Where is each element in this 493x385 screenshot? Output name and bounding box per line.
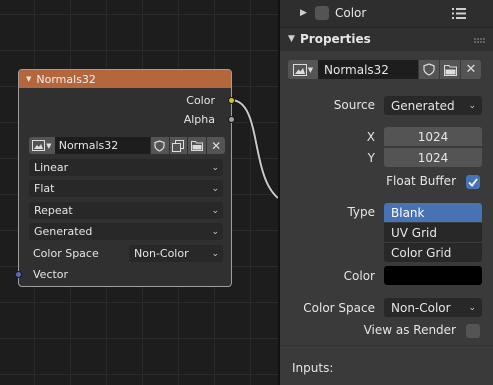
extension-dropdown[interactable]: Repeat ⌄: [29, 202, 223, 219]
source-label: Source: [333, 98, 375, 112]
output-alpha-label: Alpha: [183, 113, 215, 126]
inputs-label: Inputs:: [292, 361, 334, 375]
color-space-value: Non-Color: [391, 300, 451, 315]
input-vector-label: Vector: [33, 268, 69, 281]
folder-icon: [191, 141, 204, 151]
node-editor[interactable]: ▼ Normals32 Color Alpha ▼ Normals32 ✕ Li…: [0, 0, 278, 385]
image-selector-row: ▼ Normals32 ✕: [29, 137, 225, 154]
panel-image-name-field[interactable]: Normals32: [318, 60, 418, 79]
unlink-image-button[interactable]: ✕: [207, 137, 225, 154]
color-label: Color: [343, 269, 375, 283]
color-section-checkbox[interactable]: [315, 6, 329, 20]
color-socket-icon[interactable]: [228, 97, 235, 104]
sidebar-panel: ▶ Color ▼ Properties ▼ Normals32 ✕ Sourc…: [280, 0, 493, 385]
chevron-down-icon: ▼: [46, 141, 52, 150]
panel-unlink-image-button[interactable]: ✕: [461, 60, 481, 79]
node-title: Normals32: [36, 72, 96, 86]
drag-handle-icon[interactable]: [474, 38, 486, 43]
color-space-dropdown[interactable]: Non-Color ⌄: [129, 245, 223, 262]
duplicate-icon: [172, 139, 185, 152]
shield-icon: [423, 63, 435, 76]
collapse-arrow-icon[interactable]: ▼: [288, 34, 295, 44]
image-icon: [32, 140, 46, 151]
color-section-header[interactable]: ▶ Color: [280, 0, 493, 27]
color-space-label: Color Space: [303, 301, 375, 315]
panel-fake-user-button[interactable]: [419, 60, 439, 79]
shield-icon: [154, 139, 165, 152]
chevron-down-icon: ⌄: [211, 248, 219, 259]
close-icon: ✕: [211, 138, 222, 153]
y-label: Y: [367, 151, 375, 165]
x-label: X: [366, 130, 375, 144]
float-buffer-checkbox[interactable]: [466, 175, 480, 189]
output-color-label: Color: [186, 94, 215, 107]
extension-value: Repeat: [34, 204, 73, 217]
panel-open-image-button[interactable]: [440, 60, 460, 79]
new-image-button[interactable]: [169, 137, 188, 154]
projection-dropdown[interactable]: Flat ⌄: [29, 180, 223, 197]
chevron-down-icon: ⌄: [211, 183, 219, 194]
image-name-field[interactable]: Normals32: [54, 137, 150, 154]
properties-header[interactable]: ▼ Properties: [280, 27, 493, 51]
divider: [280, 345, 493, 346]
chevron-down-icon: ⌄: [468, 302, 476, 313]
view-as-render-checkbox[interactable]: [466, 324, 480, 338]
color-space-value: Non-Color: [134, 247, 189, 260]
interpolation-value: Linear: [34, 161, 69, 174]
image-browse-button[interactable]: ▼: [29, 137, 55, 154]
interpolation-dropdown[interactable]: Linear ⌄: [29, 159, 223, 176]
type-option-color-grid[interactable]: Color Grid: [384, 243, 482, 262]
close-icon: ✕: [465, 62, 477, 77]
checkmark-icon: [468, 177, 478, 187]
type-label: Type: [347, 205, 375, 219]
properties-title: Properties: [300, 32, 371, 46]
vector-socket-icon[interactable]: [15, 271, 22, 278]
height-field[interactable]: 1024: [384, 148, 482, 167]
source-value: Generated: [391, 98, 455, 113]
chevron-down-icon: ⌄: [211, 226, 219, 237]
chevron-down-icon: ▼: [307, 65, 314, 74]
folder-icon: [443, 64, 457, 76]
color-swatch[interactable]: [384, 266, 482, 285]
type-option-uv-grid[interactable]: UV Grid: [384, 223, 482, 242]
chevron-down-icon: ⌄: [211, 205, 219, 216]
color-space-label: Color Space: [33, 247, 99, 260]
view-as-render-label: View as Render: [363, 323, 456, 337]
alpha-socket-icon[interactable]: [228, 116, 235, 123]
image-texture-node[interactable]: ▼ Normals32 Color Alpha ▼ Normals32 ✕ Li…: [15, 69, 235, 287]
expand-arrow-icon[interactable]: ▶: [300, 8, 307, 18]
open-image-button[interactable]: [188, 137, 207, 154]
collapse-arrow-icon[interactable]: ▼: [26, 75, 31, 83]
width-field[interactable]: 1024: [384, 127, 482, 146]
fake-user-button[interactable]: [150, 137, 169, 154]
source-dropdown[interactable]: Generated ⌄: [384, 96, 482, 115]
projection-value: Flat: [34, 182, 55, 195]
type-option-blank[interactable]: Blank: [384, 203, 482, 222]
chevron-down-icon: ⌄: [468, 100, 476, 111]
image-icon: [292, 63, 307, 76]
color-space-dropdown[interactable]: Non-Color ⌄: [384, 298, 482, 317]
list-icon[interactable]: [452, 7, 466, 20]
node-header[interactable]: ▼ Normals32: [19, 70, 231, 88]
source-dropdown[interactable]: Generated ⌄: [29, 223, 223, 240]
panel-image-browse-button[interactable]: ▼: [288, 60, 318, 79]
float-buffer-label: Float Buffer: [386, 174, 456, 188]
chevron-down-icon: ⌄: [211, 162, 219, 173]
color-section-label: Color: [335, 6, 367, 20]
source-value: Generated: [34, 225, 93, 238]
panel-image-selector-row: ▼ Normals32 ✕: [288, 60, 481, 79]
